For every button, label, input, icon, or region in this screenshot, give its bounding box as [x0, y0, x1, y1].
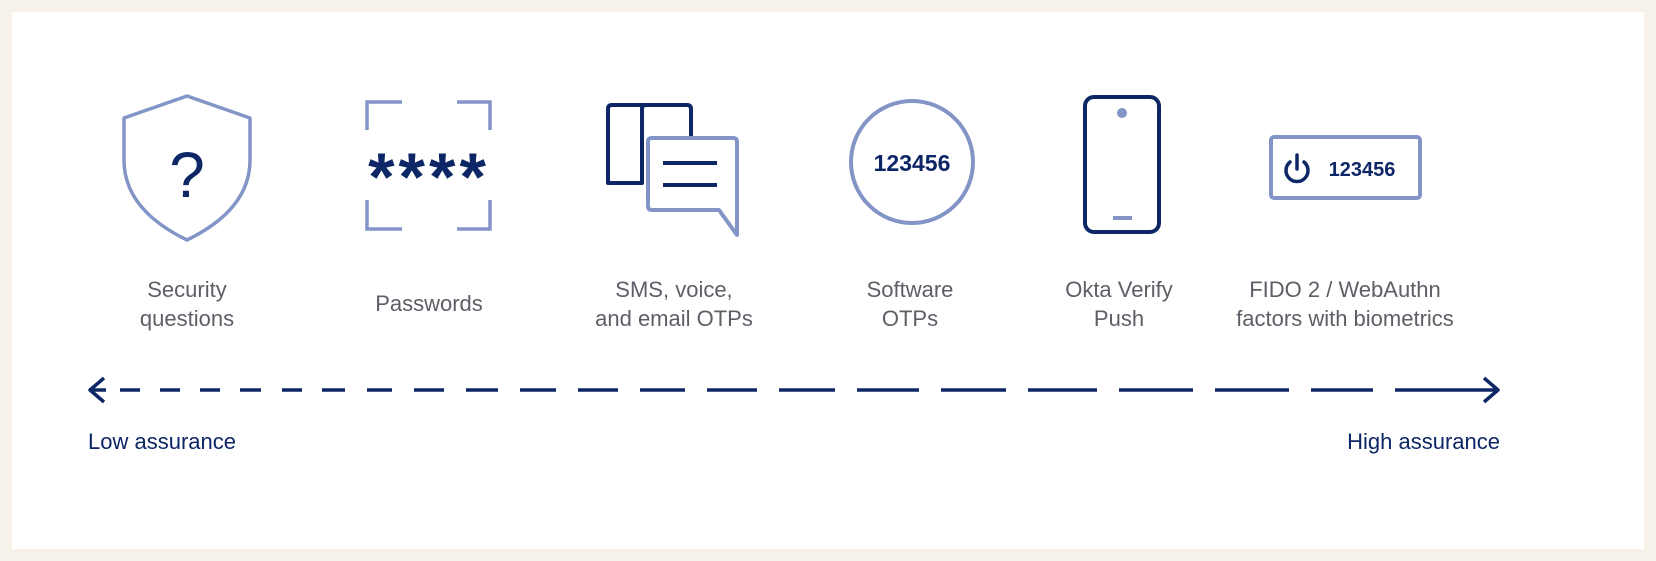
- label-security-questions: Security questions: [139, 277, 235, 331]
- shield-question-glyph: ?: [169, 139, 205, 211]
- assurance-scale: [88, 376, 1500, 404]
- otp-circle-code: 123456: [874, 150, 951, 176]
- label-software-otps: Software OTPs: [866, 277, 954, 331]
- security-key-icon: 123456: [1269, 135, 1422, 200]
- password-mask-glyph: ****: [368, 139, 490, 215]
- phone-icon: [1083, 95, 1161, 234]
- assurance-diagram: ? **** 123456 123456 Security questions …: [12, 12, 1644, 549]
- phone-camera-dot: [1117, 108, 1127, 118]
- password-icon: ****: [365, 100, 492, 231]
- label-passwords: Passwords: [375, 291, 483, 316]
- high-assurance-label: High assurance: [1347, 429, 1500, 454]
- security-key-code: 123456: [1329, 159, 1396, 181]
- chat-bubbles-icon: [606, 103, 739, 237]
- shield-question-icon: ?: [122, 94, 252, 242]
- label-sms-voice-email: SMS, voice, and email OTPs: [595, 277, 753, 331]
- label-fido2-webauthn: FIDO 2 / WebAuthn factors with biometric…: [1236, 277, 1454, 331]
- otp-circle-icon: 123456: [849, 99, 975, 225]
- low-assurance-label: Low assurance: [88, 429, 236, 454]
- label-okta-verify: Okta Verify Push: [1065, 277, 1173, 331]
